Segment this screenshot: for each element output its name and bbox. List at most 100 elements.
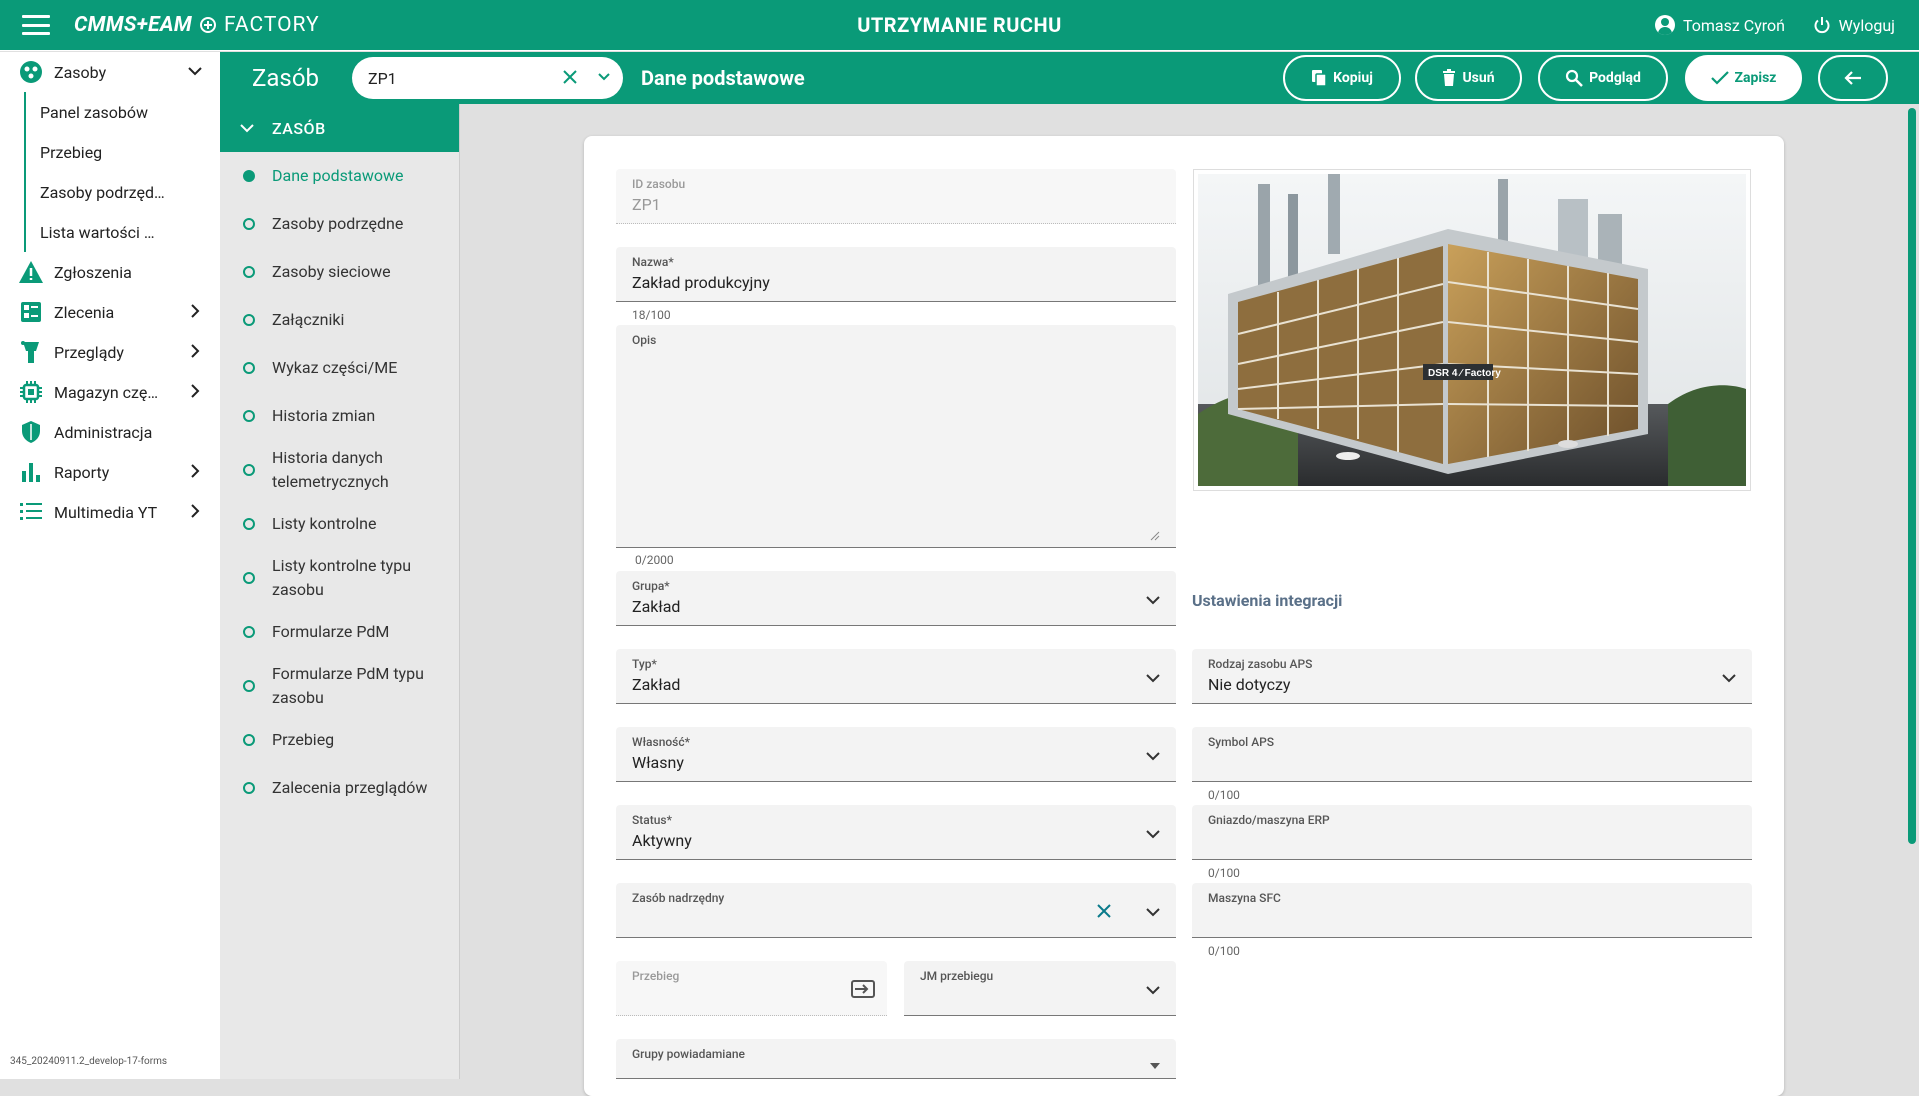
copy-button[interactable]: Kopiuj bbox=[1283, 55, 1401, 101]
section-nav-header[interactable]: ZASÓB bbox=[220, 104, 459, 152]
trash-icon bbox=[1443, 69, 1456, 86]
asset-image[interactable]: DSR 4 ⁄ Factory bbox=[1193, 169, 1751, 491]
check-icon bbox=[1710, 71, 1729, 85]
user-name: Tomasz Cyroń bbox=[1682, 15, 1785, 35]
chevron-down-icon[interactable] bbox=[597, 70, 611, 84]
field-label: Typ* bbox=[632, 657, 657, 671]
nav-dot bbox=[243, 218, 255, 230]
sidebar-subitem-lista-wartosci[interactable]: Lista wartości … bbox=[26, 212, 216, 252]
type-select[interactable]: Typ* Zakład bbox=[616, 649, 1176, 704]
menu-icon[interactable] bbox=[22, 15, 50, 35]
chip-icon bbox=[18, 379, 44, 405]
description-counter: 0/2000 bbox=[635, 553, 674, 567]
name-field[interactable]: Nazwa* Zakład produkcyjny bbox=[616, 247, 1176, 302]
sidebar-item-raporty[interactable]: Raporty bbox=[0, 452, 220, 492]
chevron-down-icon bbox=[240, 124, 254, 133]
nav-item-formularze-pdm-typu[interactable]: Formularze PdM typu zasobu bbox=[220, 656, 459, 716]
sidebar-subitem-przebieg[interactable]: Przebieg bbox=[26, 132, 216, 172]
nav-item-label: Zalecenia przeglądów bbox=[272, 778, 428, 797]
nav-item-formularze-pdm[interactable]: Formularze PdM bbox=[220, 608, 459, 656]
nav-item-label: Dane podstawowe bbox=[272, 166, 404, 185]
nav-item-przebieg[interactable]: Przebieg bbox=[220, 716, 459, 764]
mileage-unit-select[interactable]: JM przebiegu bbox=[904, 961, 1176, 1016]
sidebar-item-zgloszenia[interactable]: Zgłoszenia bbox=[0, 252, 220, 292]
sidebar-item-label: Magazyn czę… bbox=[54, 382, 159, 402]
sidebar-item-zasoby[interactable]: Zasoby bbox=[0, 52, 220, 92]
sidebar-item-magazyn[interactable]: Magazyn czę… bbox=[0, 372, 220, 412]
nav-item-historia-telemetrii[interactable]: Historia danych telemetrycznych bbox=[220, 440, 459, 500]
aps-type-select[interactable]: Rodzaj zasobu APS Nie dotyczy bbox=[1192, 649, 1752, 704]
nav-item-zalaczniki[interactable]: Załączniki bbox=[220, 296, 459, 344]
logo-icon bbox=[200, 17, 217, 33]
nav-dot bbox=[243, 170, 255, 182]
sidebar-item-przeglady[interactable]: Przeglądy bbox=[0, 332, 220, 372]
nav-dot bbox=[243, 680, 255, 692]
parent-asset-select[interactable]: Zasób nadrzędny bbox=[616, 883, 1176, 938]
clear-icon[interactable] bbox=[561, 68, 579, 86]
integration-section-title: Ustawienia integracji bbox=[1192, 591, 1343, 610]
nav-item-dane-podstawowe[interactable]: Dane podstawowe bbox=[220, 152, 459, 200]
delete-button[interactable]: Usuń bbox=[1415, 55, 1522, 101]
nav-dot bbox=[243, 314, 255, 326]
user-menu[interactable]: Tomasz Cyroń bbox=[1654, 15, 1785, 35]
status-select[interactable]: Status* Aktywny bbox=[616, 805, 1176, 860]
group-select[interactable]: Grupa* Zakład bbox=[616, 571, 1176, 626]
logout-label: Wyloguj bbox=[1838, 15, 1895, 35]
sidebar-item-zlecenia[interactable]: Zlecenia bbox=[0, 292, 220, 332]
nav-item-zalecenia[interactable]: Zalecenia przeglądów bbox=[220, 764, 459, 812]
nav-item-listy-kontrolne[interactable]: Listy kontrolne bbox=[220, 500, 459, 548]
sidebar-subitem-panel[interactable]: Panel zasobów bbox=[26, 92, 216, 132]
sidebar-subitem-zasoby-podrzedne[interactable]: Zasoby podrzęd… bbox=[26, 172, 216, 212]
section-nav: ZASÓB Dane podstawowe Zasoby podrzędne Z… bbox=[220, 104, 460, 1079]
nav-item-listy-kontrolne-typu[interactable]: Listy kontrolne typu zasobu bbox=[220, 548, 459, 608]
description-textarea[interactable]: Opis bbox=[616, 325, 1176, 548]
chevron-down-icon bbox=[1146, 596, 1160, 605]
field-label: Opis bbox=[632, 333, 657, 347]
nav-item-label: Załączniki bbox=[272, 310, 345, 329]
sidebar: Zasoby Panel zasobów Przebieg Zasoby pod… bbox=[0, 52, 220, 1079]
nav-dot bbox=[243, 734, 255, 746]
nav-item-label: Historia danych telemetrycznych bbox=[272, 448, 389, 491]
save-button-label: Zapisz bbox=[1734, 70, 1777, 86]
field-label: Przebieg bbox=[632, 969, 680, 983]
chevron-right-icon bbox=[191, 384, 200, 398]
input-icon[interactable] bbox=[851, 979, 875, 999]
preview-button-label: Podgląd bbox=[1589, 70, 1641, 86]
name-counter: 18/100 bbox=[632, 308, 671, 322]
nav-item-historia-zmian[interactable]: Historia zmian bbox=[220, 392, 459, 440]
asset-id-field: ID zasobu ZP1 bbox=[616, 169, 1176, 224]
shield-icon bbox=[18, 419, 44, 445]
sfc-machine-field[interactable]: Maszyna SFC bbox=[1192, 883, 1752, 938]
nav-item-zasoby-sieciowe[interactable]: Zasoby sieciowe bbox=[220, 248, 459, 296]
nav-item-wykaz-czesci[interactable]: Wykaz części/ME bbox=[220, 344, 459, 392]
back-button[interactable] bbox=[1818, 55, 1888, 101]
sidebar-item-administracja[interactable]: Administracja bbox=[0, 412, 220, 452]
caret-down-icon bbox=[1150, 1063, 1160, 1069]
sfc-counter: 0/100 bbox=[1208, 944, 1240, 958]
asset-selector[interactable]: ZP1 bbox=[352, 57, 623, 99]
ownership-select[interactable]: Własność* Własny bbox=[616, 727, 1176, 782]
nav-item-label: Przebieg bbox=[272, 730, 335, 749]
chevron-right-icon bbox=[191, 504, 200, 518]
erp-machine-field[interactable]: Gniazdo/maszyna ERP bbox=[1192, 805, 1752, 860]
chevron-down-icon bbox=[1146, 752, 1160, 761]
preview-button[interactable]: Podgląd bbox=[1538, 55, 1668, 101]
resize-handle-icon[interactable] bbox=[1150, 531, 1160, 541]
field-label: Status* bbox=[632, 813, 672, 827]
field-label: Grupy powiadamiane bbox=[632, 1047, 745, 1061]
aps-symbol-field[interactable]: Symbol APS bbox=[1192, 727, 1752, 782]
scrollbar[interactable] bbox=[1908, 108, 1916, 844]
field-label: JM przebiegu bbox=[920, 969, 994, 983]
chevron-right-icon bbox=[191, 464, 200, 478]
section-title: Dane podstawowe bbox=[641, 66, 805, 90]
notify-groups-select[interactable]: Grupy powiadamiane bbox=[616, 1039, 1176, 1079]
nav-item-zasoby-podrzedne[interactable]: Zasoby podrzędne bbox=[220, 200, 459, 248]
save-button[interactable]: Zapisz bbox=[1685, 55, 1802, 101]
sidebar-item-multimedia[interactable]: Multimedia YT bbox=[0, 492, 220, 532]
field-value: Zakład produkcyjny bbox=[632, 273, 770, 292]
field-value: Zakład bbox=[632, 597, 681, 616]
clear-icon[interactable] bbox=[1096, 903, 1112, 919]
mileage-field: Przebieg bbox=[616, 961, 887, 1016]
logout-button[interactable]: Wyloguj bbox=[1813, 16, 1895, 35]
nav-dot bbox=[243, 464, 255, 476]
